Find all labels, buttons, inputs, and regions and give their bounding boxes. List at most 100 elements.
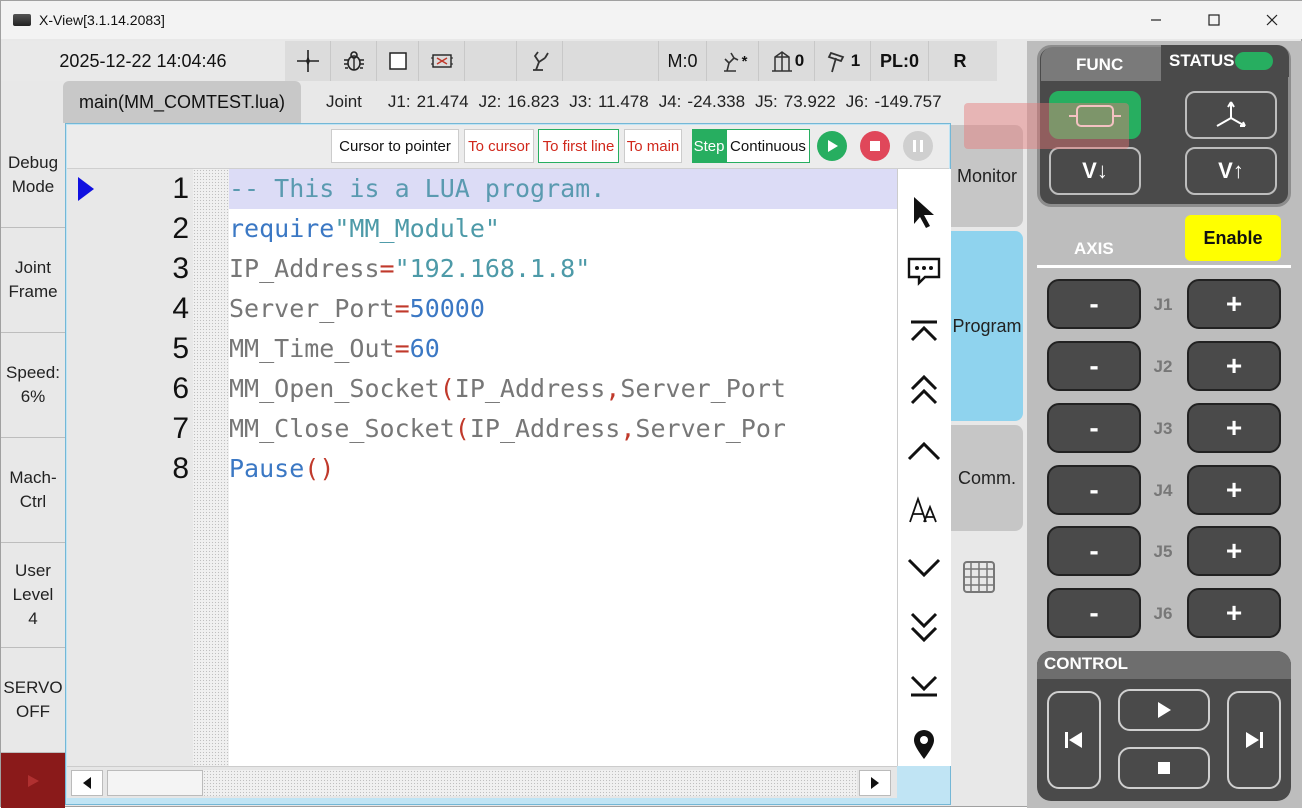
window-title: X-View[3.1.14.2083] xyxy=(39,12,165,28)
skip-forward-icon xyxy=(1246,732,1263,748)
control-play-button[interactable] xyxy=(1118,689,1210,731)
go-top-button[interactable] xyxy=(905,312,943,350)
j6-minus-button[interactable]: - xyxy=(1047,588,1141,638)
run-button[interactable] xyxy=(817,131,847,161)
user-frame-status: 0 xyxy=(759,41,815,81)
func-tab[interactable]: FUNC xyxy=(1076,55,1123,75)
pause-button[interactable] xyxy=(903,131,933,161)
j1-label: J1 xyxy=(1153,295,1173,314)
code-token: () xyxy=(304,454,335,483)
j2-plus-button[interactable]: + xyxy=(1187,341,1281,391)
axis-frame-icon xyxy=(1216,101,1246,127)
sidebar-item-user-level[interactable]: User Level 4 xyxy=(1,543,65,648)
code-token: MM_Time_Out xyxy=(229,334,395,363)
page-up-button[interactable] xyxy=(905,371,943,409)
j5-plus-button[interactable]: + xyxy=(1187,526,1281,576)
sidebar-item-label: Debug xyxy=(7,153,59,172)
j4-minus-button[interactable]: - xyxy=(1047,465,1141,515)
code-line[interactable]: MM_Open_Socket(IP_Address,Server_Port xyxy=(229,369,897,409)
enable-button[interactable]: Enable xyxy=(1185,215,1281,261)
step-back-button[interactable] xyxy=(1047,691,1101,789)
font-size-button[interactable] xyxy=(905,491,943,529)
close-button[interactable] xyxy=(1243,1,1301,39)
stop-button[interactable] xyxy=(860,131,890,161)
coordinate-frame-button[interactable] xyxy=(1185,91,1277,139)
j5-minus-button[interactable]: - xyxy=(1047,526,1141,576)
play-icon xyxy=(28,774,39,787)
io-status-button[interactable] xyxy=(419,41,465,81)
control-stop-button[interactable] xyxy=(1118,747,1210,789)
speed-down-button[interactable]: V↓ xyxy=(1049,147,1141,195)
sidebar-item-label: Joint xyxy=(15,258,51,277)
tab-comm[interactable]: Comm. xyxy=(951,425,1023,531)
crosshair-icon xyxy=(296,50,319,72)
page-down-button[interactable] xyxy=(905,608,943,646)
code-line[interactable]: -- This is a LUA program. xyxy=(229,169,897,209)
sidebar-item-debug-mode[interactable]: Debug Mode xyxy=(1,123,65,228)
to-first-line-button[interactable]: To first line xyxy=(538,129,619,163)
code-line[interactable]: require"MM_Module" xyxy=(229,209,897,249)
code-line[interactable]: Server_Port=50000 xyxy=(229,289,897,329)
sidebar-item-speed[interactable]: Speed: 6% xyxy=(1,333,65,438)
coordinate-toggle[interactable] xyxy=(285,41,331,81)
sidebar-item-mach-ctrl[interactable]: Mach- Ctrl xyxy=(1,438,65,543)
tool-frame-status: 1 xyxy=(815,41,871,81)
pointer-button[interactable] xyxy=(905,193,943,231)
to-main-button[interactable]: To main xyxy=(624,129,682,163)
checkbox-icon xyxy=(388,52,407,70)
status-tab[interactable]: STATUS xyxy=(1169,51,1234,71)
play-icon xyxy=(828,140,838,152)
sidebar-item-joint-frame[interactable]: Joint Frame xyxy=(1,228,65,333)
code-line[interactable]: MM_Time_Out=60 xyxy=(229,329,897,369)
overlay-toolbar xyxy=(964,103,1129,149)
cursor-to-pointer-button[interactable]: Cursor to pointer xyxy=(331,129,459,163)
comment-button[interactable] xyxy=(905,252,943,290)
run-indicator-button[interactable] xyxy=(1,753,65,808)
locate-button[interactable] xyxy=(905,726,943,764)
code-line[interactable]: IP_Address="192.168.1.8" xyxy=(229,249,897,289)
step-mode-button[interactable]: Step xyxy=(692,129,726,163)
code-editor[interactable]: -- This is a LUA program. require"MM_Mod… xyxy=(229,169,897,766)
code-line[interactable]: MM_Close_Socket(IP_Address,Server_Por xyxy=(229,409,897,449)
scroll-left-button[interactable] xyxy=(71,770,103,796)
j6-plus-button[interactable]: + xyxy=(1187,588,1281,638)
robot-arm-button[interactable] xyxy=(517,41,563,81)
to-cursor-button[interactable]: To cursor xyxy=(464,129,534,163)
joint-readout: Joint J1: 21.474 J2: 16.823 J3: 11.478 J4: -… xyxy=(326,81,952,123)
j5-label: J5 xyxy=(1153,542,1173,561)
title-bar: X-View[3.1.14.2083] xyxy=(1,1,1302,39)
chevron-down-icon xyxy=(907,558,941,578)
scroll-right-button[interactable] xyxy=(859,770,891,796)
sidebar-item-label: User xyxy=(15,561,51,580)
sidebar-item-servo[interactable]: SERVO OFF xyxy=(1,648,65,753)
minimize-button[interactable] xyxy=(1127,1,1185,39)
tab-program[interactable]: Program xyxy=(951,231,1023,421)
line-up-button[interactable] xyxy=(905,432,943,470)
maximize-button[interactable] xyxy=(1185,1,1243,39)
speed-up-button[interactable]: V↑ xyxy=(1185,147,1277,195)
j3-plus-button[interactable]: + xyxy=(1187,403,1281,453)
j4-plus-button[interactable]: + xyxy=(1187,465,1281,515)
sidebar-item-label: Level xyxy=(12,585,54,604)
step-forward-button[interactable] xyxy=(1227,691,1281,789)
horizontal-scrollbar[interactable] xyxy=(67,766,897,798)
scroll-thumb[interactable] xyxy=(107,770,203,796)
j1-plus-button[interactable]: + xyxy=(1187,279,1281,329)
j2-minus-button[interactable]: - xyxy=(1047,341,1141,391)
keypad-button[interactable] xyxy=(963,561,995,593)
scroll-track[interactable] xyxy=(203,770,857,796)
breakpoint-margin[interactable] xyxy=(193,169,229,766)
code-token: "MM_Module" xyxy=(334,214,500,243)
debug-button[interactable] xyxy=(331,41,377,81)
continuous-mode-button[interactable]: Continuous xyxy=(726,129,810,163)
program-tab[interactable]: main(MM_COMTEST.lua) xyxy=(63,81,301,123)
j3-minus-button[interactable]: - xyxy=(1047,403,1141,453)
code-token: -- This is a LUA program. xyxy=(229,174,606,203)
j1-minus-button[interactable]: - xyxy=(1047,279,1141,329)
user-frame-icon xyxy=(771,51,792,72)
checkbox-toggle[interactable] xyxy=(377,41,419,81)
go-bottom-button[interactable] xyxy=(905,667,943,705)
sidebar-item-label: Ctrl xyxy=(19,492,47,511)
line-down-button[interactable] xyxy=(905,549,943,587)
code-line[interactable]: Pause() xyxy=(229,449,897,489)
